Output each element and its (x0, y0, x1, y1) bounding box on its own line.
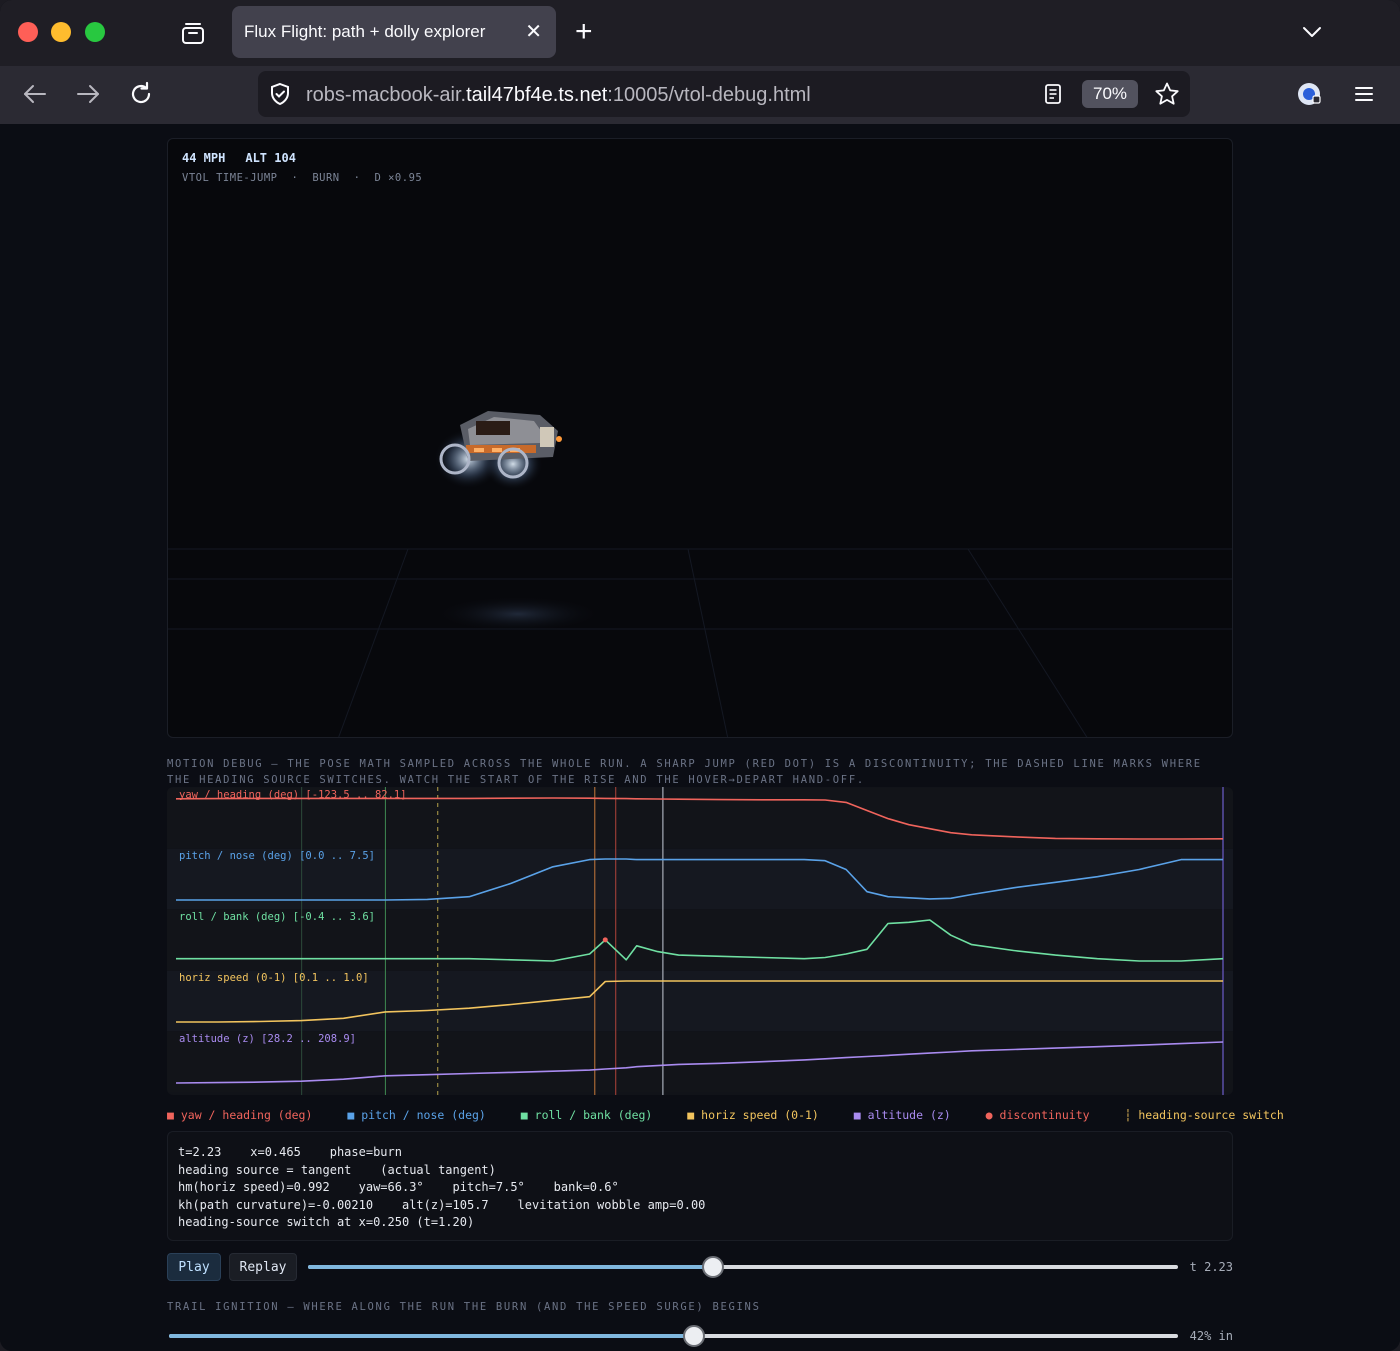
scene-viewport[interactable]: 44 MPH ALT 104 VTOL TIME-JUMP · BURN · D ×0.9… (167, 138, 1233, 738)
play-button[interactable]: Play (167, 1253, 221, 1281)
tab-close-icon[interactable]: ✕ (525, 19, 542, 44)
series-label: altitude (z) [28.2 .. 208.9] (179, 1033, 356, 1045)
legend-altitude: ■ altitude (z) (853, 1108, 951, 1122)
motion-debug-caption: MOTION DEBUG — THE POSE MATH SAMPLED ACR… (167, 758, 1202, 786)
readout-line: kh(path curvature)=-0.00210 alt(z)=105.7… (178, 1197, 706, 1212)
forward-icon[interactable] (74, 80, 102, 108)
hud-separator: · (291, 172, 299, 184)
tab-overview-icon[interactable] (180, 20, 206, 46)
readout-line: hm(horiz speed)=0.992 yaw=66.3° pitch=7.… (178, 1180, 619, 1195)
hud-secondary: VTOL TIME-JUMP · BURN · D ×0.95 (182, 172, 436, 184)
legend-roll: ■ roll / bank (deg) (520, 1108, 653, 1122)
legend-switch: ┆ heading-source switch (1124, 1108, 1284, 1122)
account-extension-icon[interactable] (1296, 81, 1322, 107)
new-tab-button[interactable]: + (575, 14, 593, 50)
zoom-level[interactable]: 70% (1082, 80, 1138, 108)
ignition-slider-thumb[interactable] (682, 1325, 705, 1347)
ignition-caption: TRAIL IGNITION — WHERE ALONG THE RUN THE… (167, 1301, 761, 1313)
legend-pitch: ■ pitch / nose (deg) (347, 1108, 486, 1122)
legend-discontinuity-label: discontinuity (999, 1108, 1090, 1122)
hud-altitude: ALT 104 (245, 151, 296, 165)
time-slider[interactable] (308, 1256, 1178, 1278)
legend-yaw: ■ yaw / heading (deg) (167, 1108, 313, 1122)
legend-discontinuity: ● discontinuity (985, 1108, 1090, 1122)
reload-icon[interactable] (127, 80, 155, 108)
back-icon[interactable] (21, 80, 49, 108)
legend-roll-label: roll / bank (deg) (534, 1108, 653, 1122)
ignition-label: 42% in (1189, 1329, 1233, 1343)
hud-phase: BURN (312, 172, 340, 184)
ignition-slider[interactable] (169, 1325, 1178, 1347)
discontinuity-dot (602, 937, 608, 943)
bookmark-star-icon[interactable] (1154, 81, 1180, 107)
url-text: robs-macbook-air.tail47bf4e.ts.net:10005… (306, 84, 811, 107)
legend-altitude-label: altitude (z) (867, 1108, 951, 1122)
motion-debug-chart[interactable]: yaw / heading (deg) [-123.5 .. 82.1] pitc… (167, 787, 1233, 1095)
legend-speed-label: horiz speed (0-1) (701, 1108, 819, 1122)
chevron-down-icon[interactable] (1300, 20, 1324, 44)
page-content: 44 MPH ALT 104 VTOL TIME-JUMP · BURN · D ×0.9… (0, 124, 1400, 1351)
hud-primary: 44 MPH ALT 104 (182, 151, 316, 165)
menu-icon[interactable] (1352, 82, 1376, 106)
url-prefix: robs-macbook-air. (306, 84, 467, 106)
chart-legend: ■ yaw / heading (deg) ■ pitch / nose (de… (167, 1108, 1312, 1122)
time-slider-thumb[interactable] (701, 1256, 724, 1278)
hud-mode: VTOL TIME-JUMP (182, 172, 278, 184)
tab-title: Flux Flight: path + dolly explorer (244, 22, 486, 41)
active-tab[interactable]: Flux Flight: path + dolly explorer ✕ (232, 6, 556, 58)
tab-bar: Flux Flight: path + dolly explorer ✕ + (0, 0, 1400, 66)
readout-line: t=2.23 x=0.465 phase=burn (178, 1145, 402, 1159)
reader-view-icon[interactable] (1041, 82, 1065, 106)
readout-line: heading source = tangent (actual tangent… (178, 1162, 496, 1177)
time-label: t 2.23 (1189, 1260, 1233, 1274)
maximize-window-button[interactable] (85, 22, 105, 42)
ignition-slider-fill (169, 1334, 694, 1338)
series-label: pitch / nose (deg) [0.0 .. 7.5] (179, 850, 375, 862)
scene-render (168, 411, 1232, 737)
navigation-bar: robs-macbook-air.tail47bf4e.ts.net:10005… (0, 66, 1400, 124)
time-slider-fill (308, 1265, 713, 1269)
legend-yaw-label: yaw / heading (deg) (180, 1108, 313, 1122)
hud-speed: 44 MPH (182, 151, 226, 165)
browser-window: Flux Flight: path + dolly explorer ✕ + r… (0, 0, 1400, 1351)
minimize-window-button[interactable] (51, 22, 71, 42)
series-label: yaw / heading (deg) [-123.5 .. 82.1] (179, 789, 407, 801)
replay-button[interactable]: Replay (229, 1253, 297, 1281)
legend-switch-label: heading-source switch (1138, 1108, 1284, 1122)
close-window-button[interactable] (18, 22, 38, 42)
vehicle-model (434, 411, 562, 490)
url-host: tail47bf4e.ts.net (466, 84, 608, 106)
legend-pitch-label: pitch / nose (deg) (361, 1108, 486, 1122)
legend-speed: ■ horiz speed (0-1) (687, 1108, 819, 1122)
series-label: roll / bank (deg) [-0.4 .. 3.6] (179, 911, 375, 923)
readout-line: heading-source switch at x=0.250 (t=1.20… (178, 1215, 475, 1230)
series-label: horiz speed (0-1) [0.1 .. 1.0] (179, 972, 369, 984)
state-readout: t=2.23 x=0.465 phase=burn heading source … (167, 1131, 1233, 1241)
shield-icon[interactable] (268, 82, 292, 106)
hud-dolly: D ×0.95 (374, 172, 423, 184)
url-path: :10005/vtol-debug.html (607, 84, 811, 106)
motion-debug-plot: yaw / heading (deg) [-123.5 .. 82.1] pitc… (167, 787, 1233, 1095)
address-bar[interactable]: robs-macbook-air.tail47bf4e.ts.net:10005… (258, 71, 1190, 117)
hud-separator: · (353, 172, 361, 184)
